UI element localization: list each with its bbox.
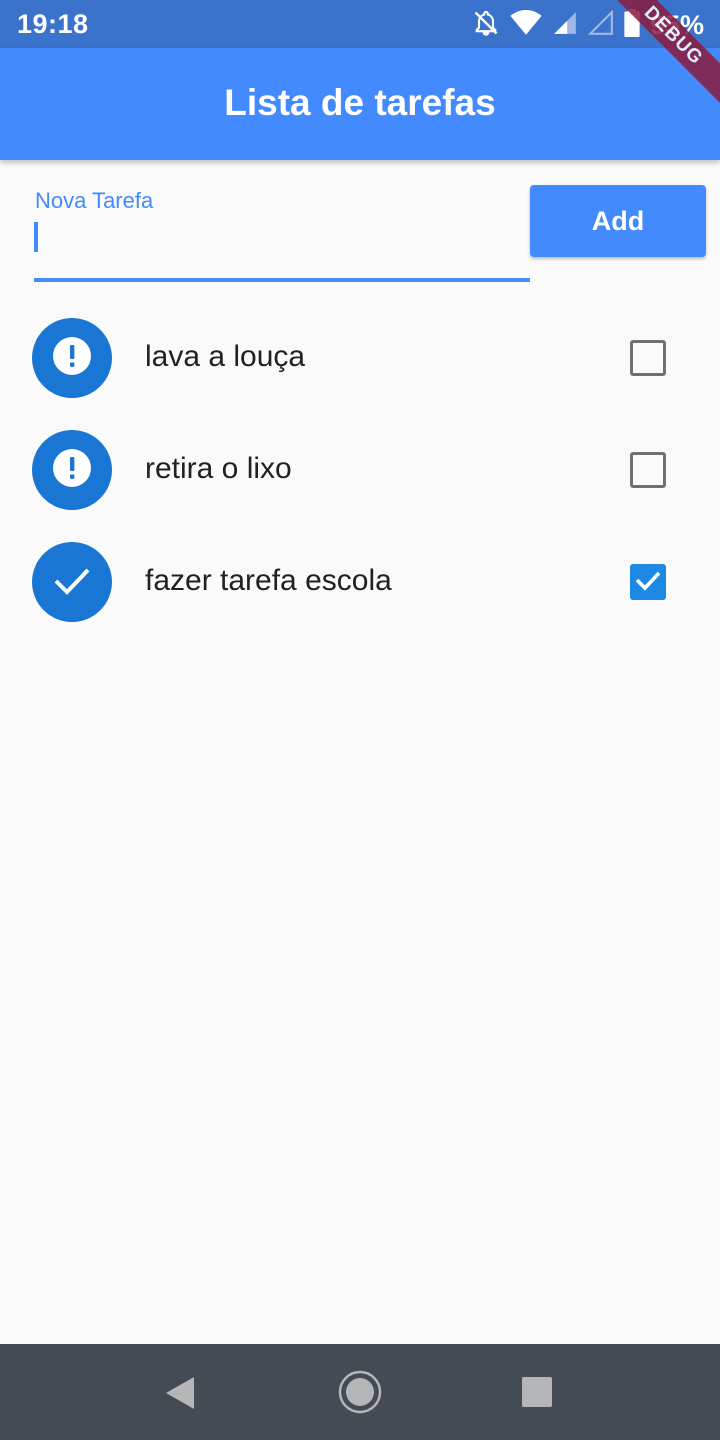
text-cursor: [34, 222, 38, 252]
task-label: retira o lixo: [145, 452, 292, 485]
status-time: 19:18: [17, 9, 89, 39]
task-item[interactable]: fazer tarefa escola: [0, 526, 720, 638]
task-status-avatar: [32, 318, 112, 398]
wifi-icon: [510, 9, 542, 41]
new-task-input[interactable]: [34, 218, 524, 258]
task-item[interactable]: retira o lixo: [0, 414, 720, 526]
page-title: Lista de tarefas: [224, 82, 496, 123]
signal-icon: [552, 10, 578, 41]
task-checkbox-checked[interactable]: [630, 564, 666, 600]
task-item[interactable]: lava a louça: [0, 302, 720, 414]
bell-off-icon: [472, 9, 500, 42]
signal-empty-icon: [587, 9, 614, 41]
exclamation-icon: [52, 336, 92, 381]
task-status-avatar: [32, 430, 112, 510]
task-label: lava a louça: [145, 340, 306, 373]
checkmark-icon: [634, 566, 662, 599]
task-label: fazer tarefa escola: [145, 564, 392, 597]
exclamation-icon: [52, 448, 92, 493]
back-icon[interactable]: [164, 1376, 196, 1415]
task-checkbox[interactable]: [630, 340, 666, 376]
new-task-label: Nova Tarefa: [35, 188, 154, 213]
home-icon[interactable]: [338, 1370, 382, 1419]
recents-icon[interactable]: [522, 1377, 552, 1407]
app-bar: Lista de tarefas: [0, 48, 720, 160]
new-task-field[interactable]: Nova Tarefa: [34, 184, 530, 284]
task-checkbox[interactable]: [630, 452, 666, 488]
add-button[interactable]: Add: [530, 185, 706, 257]
task-status-avatar: [32, 542, 112, 622]
check-icon: [52, 560, 92, 605]
status-bar: 19:18 95%: [0, 0, 720, 48]
input-underline: [34, 278, 530, 282]
navigation-bar: [0, 1344, 720, 1440]
